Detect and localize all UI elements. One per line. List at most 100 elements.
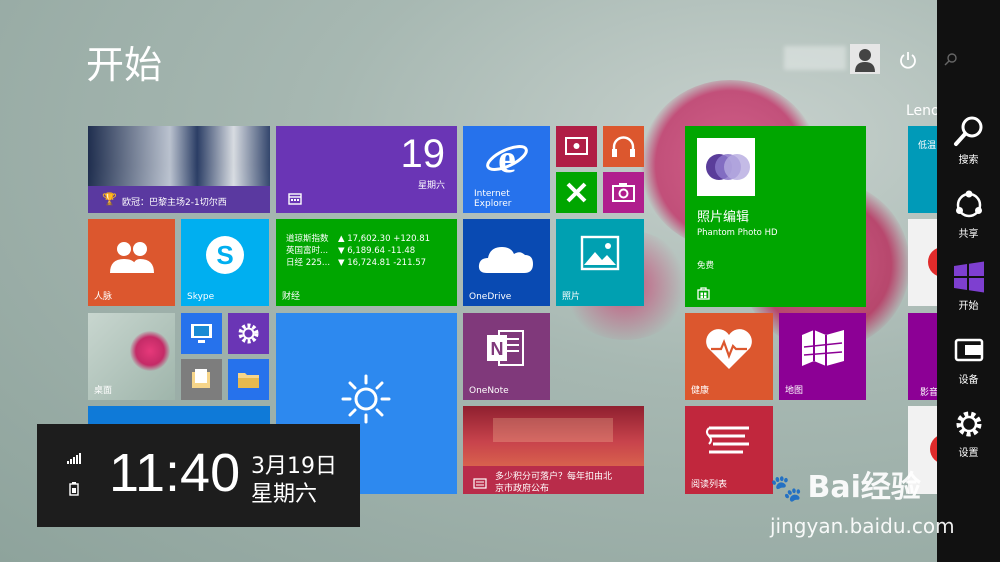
charm-share[interactable]: 共享 — [937, 188, 1000, 240]
search-placeholder-icon — [944, 53, 957, 66]
settings-icon — [956, 411, 981, 437]
gear-icon — [238, 323, 259, 344]
photo-editor-tile[interactable]: 照片编辑 Phantom Photo HD 免费 — [685, 126, 866, 307]
maps-tile[interactable]: 地图 — [779, 313, 866, 400]
onenote-label: OneNote — [469, 386, 509, 396]
people-label: 人脉 — [94, 292, 113, 302]
news-store-photo-sign — [493, 418, 613, 442]
windows-logo-icon — [953, 261, 984, 293]
cloud-icon — [478, 247, 533, 273]
charm-label: 开始 — [958, 301, 979, 312]
reading-list-tile[interactable]: 阅读列表 — [685, 406, 773, 494]
calendar-tile[interactable]: 19 星期六 — [276, 126, 457, 213]
lock-clock-overlay: 11:40 3月19日 星期六 — [37, 424, 360, 527]
camera-icon — [612, 183, 635, 202]
people-icon — [106, 237, 156, 277]
charm-devices[interactable]: 设备 — [937, 334, 1000, 386]
calendar-icon — [288, 193, 302, 205]
baidu-watermark-logo: 🐾 Bai经验 — [770, 462, 921, 506]
people-tile[interactable]: 人脉 — [88, 219, 175, 306]
xbox-icon — [566, 182, 587, 203]
news-tile[interactable]: 🏆 欧冠：巴黎主场2-1切尔西 — [88, 126, 270, 213]
headphones-icon — [612, 136, 635, 157]
map-icon — [802, 330, 844, 366]
charm-label: 设置 — [958, 448, 979, 459]
onenote-icon: N — [487, 330, 524, 366]
news-caption: 欧冠：巴黎主场2-1切尔西 — [122, 198, 227, 208]
ie-label-line2: Explorer — [474, 199, 512, 209]
battery-icon — [69, 482, 79, 496]
internet-explorer-icon: e — [486, 136, 528, 180]
watermark-url: jingyan.baidu.com — [770, 514, 955, 538]
calendar-day: 19 — [400, 132, 446, 176]
finance-row: 日经 225... ▼ 16,724.81 -211.57 — [286, 257, 430, 269]
signal-strength-icon — [67, 453, 81, 464]
svg-text:N: N — [491, 339, 504, 359]
phantom-logo — [697, 138, 755, 196]
photo-editor-subtitle: Phantom Photo HD — [697, 228, 778, 238]
pc-settings-tile[interactable] — [228, 313, 269, 354]
charm-label: 设备 — [958, 375, 979, 386]
user-name-blurred[interactable] — [784, 46, 846, 70]
svg-text:S: S — [216, 240, 233, 270]
store-bag-icon — [697, 287, 710, 300]
folder-icon — [192, 369, 210, 388]
finance-tile[interactable]: 道琼斯指数 ▲ 17,602.30 +120.81 英国富时... ▼ 6,18… — [276, 219, 457, 306]
finance-label: 财经 — [282, 292, 301, 302]
health-tile[interactable]: 健康 — [685, 313, 773, 400]
photos-tile[interactable]: 照片 — [556, 219, 644, 306]
baidu-paw-icon: 🐾 — [770, 474, 803, 504]
news-store-tile[interactable]: 多少积分可落户？每年扣由北 京市政府公布 — [463, 406, 644, 494]
trophy-icon: 🏆 — [102, 192, 117, 206]
skype-tile[interactable]: S Skype — [181, 219, 269, 306]
video-icon — [565, 137, 588, 155]
calendar-weekday: 星期六 — [417, 181, 445, 191]
this-pc-tile[interactable] — [181, 313, 222, 354]
desktop-tile[interactable]: 桌面 — [88, 313, 175, 400]
clock-weekday: 星期六 — [251, 482, 318, 507]
index-value: ▼ 6,189.64 -11.48 — [338, 246, 416, 256]
charm-start[interactable]: 开始 — [937, 260, 1000, 312]
news-photo — [88, 126, 270, 186]
onedrive-tile[interactable]: OneDrive — [463, 219, 550, 306]
camera-tile[interactable] — [603, 172, 644, 213]
devices-icon — [954, 338, 983, 362]
skype-icon: S — [203, 233, 247, 277]
power-icon[interactable] — [898, 50, 918, 70]
partial-tile-label: 影音 — [920, 388, 939, 398]
computer-icon — [191, 324, 212, 343]
internet-explorer-tile[interactable]: e Internet Explorer — [463, 126, 550, 213]
sun-icon — [341, 374, 391, 424]
video-tile[interactable] — [556, 126, 597, 167]
index-value: ▼ 16,724.81 -211.57 — [338, 258, 427, 268]
desktop-label: 桌面 — [94, 386, 113, 396]
finance-rows: 道琼斯指数 ▲ 17,602.30 +120.81 英国富时... ▼ 6,18… — [286, 233, 430, 269]
photo-editor-title: 照片编辑 — [697, 210, 750, 225]
charm-settings[interactable]: 设置 — [937, 407, 1000, 459]
watermark-brand: Bai经验 — [807, 470, 921, 505]
health-label: 健康 — [691, 386, 710, 396]
music-tile[interactable] — [603, 126, 644, 167]
photo-editor-price: 免费 — [697, 261, 715, 271]
folder-icon — [238, 373, 259, 388]
search-icon — [953, 116, 982, 146]
svg-text:e: e — [498, 136, 516, 180]
documents-tile[interactable] — [181, 359, 222, 400]
games-tile[interactable] — [556, 172, 597, 213]
onenote-tile[interactable]: N OneNote — [463, 313, 550, 400]
maps-label: 地图 — [785, 386, 804, 396]
reading-list-label: 阅读列表 — [691, 480, 728, 490]
index-value: ▲ 17,602.30 +120.81 — [338, 234, 431, 244]
heart-pulse-icon — [706, 329, 752, 369]
charm-label: 搜索 — [958, 155, 979, 166]
charm-label: 共享 — [958, 229, 979, 240]
onedrive-label: OneDrive — [469, 292, 512, 302]
share-icon — [955, 190, 982, 218]
news-store-line2: 京市政府公布 — [495, 484, 550, 494]
partial-tile-label: 低温 — [918, 141, 937, 151]
charm-search[interactable]: 搜索 — [937, 114, 1000, 166]
page-title: 开始 — [86, 43, 163, 87]
file-explorer-tile[interactable] — [228, 359, 269, 400]
avatar[interactable] — [850, 44, 880, 74]
index-name: 英国富时... — [286, 246, 329, 256]
